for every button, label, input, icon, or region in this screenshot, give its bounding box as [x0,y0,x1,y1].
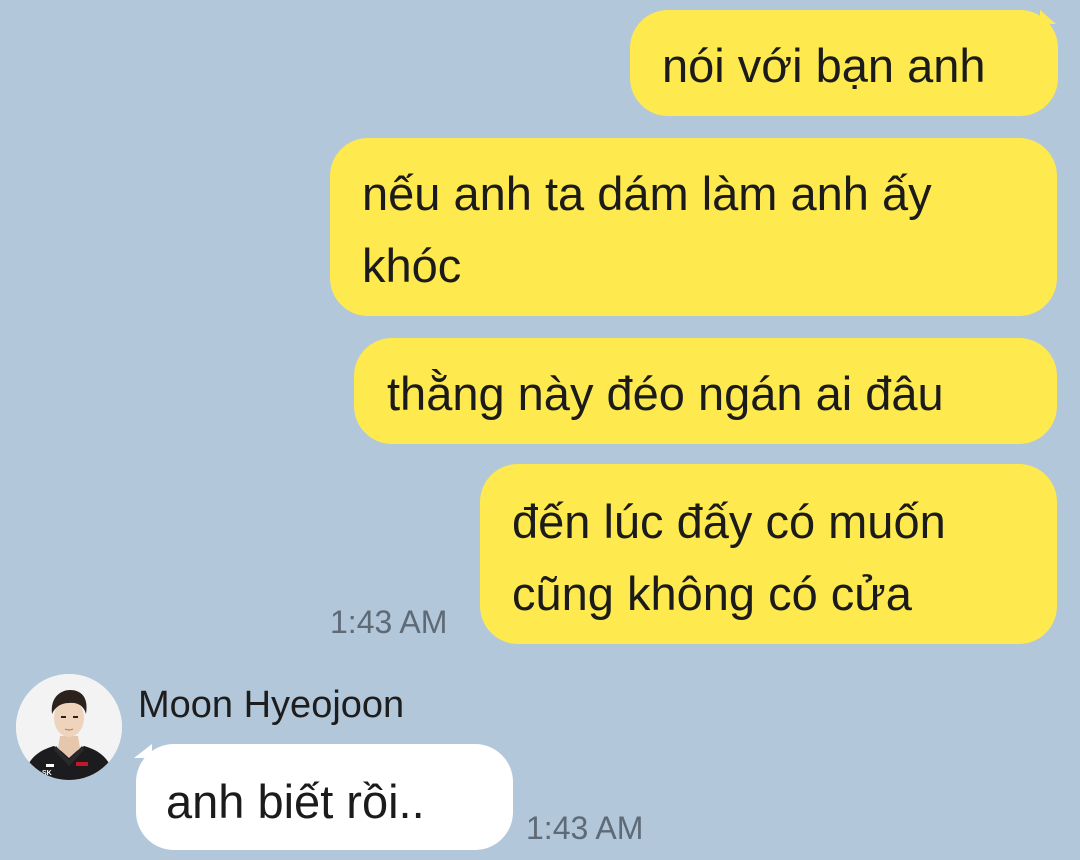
message-timestamp: 1:43 AM [330,604,448,640]
sender-name: Moon Hyeojoon [138,684,405,726]
outgoing-message[interactable]: thằng này đéo ngán ai đâu [354,338,1057,444]
message-text: anh biết rồi.. [166,775,425,828]
outgoing-message[interactable]: đến lúc đấy có muốn cũng không có cửa [480,464,1057,644]
outgoing-message[interactable]: nói với bạn anh [630,10,1058,116]
message-text-line: đến lúc đấy có muốn [512,495,946,548]
svg-text:SK: SK [42,770,52,777]
message-text: nói với bạn anh [662,39,986,92]
avatar[interactable]: SK [16,674,122,780]
incoming-message[interactable]: anh biết rồi.. [136,744,513,850]
message-timestamp: 1:43 AM [526,810,644,846]
message-text-line: nếu anh ta dám làm anh ấy [362,167,932,220]
bubble-tail [134,744,152,758]
bubble-tail [1040,10,1072,24]
message-text-line: cũng không có cửa [512,567,912,620]
chat-view[interactable]: nói với bạn anh nếu anh ta dám làm anh ấ… [0,0,1080,860]
outgoing-message[interactable]: nếu anh ta dám làm anh ấy khóc [330,138,1057,316]
message-text-line: khóc [362,239,462,292]
avatar-photo: SK [16,674,122,780]
message-text: thằng này đéo ngán ai đâu [387,367,944,420]
